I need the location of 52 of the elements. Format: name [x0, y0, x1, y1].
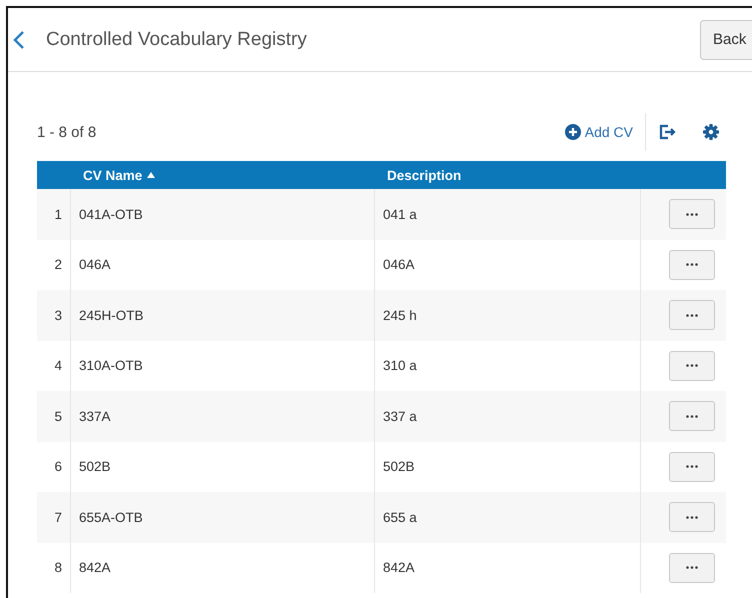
- table-cell: 655A-OTB: [79, 510, 143, 525]
- table-cell: 046A: [79, 257, 111, 272]
- row-actions-button[interactable]: [669, 350, 715, 381]
- column-header[interactable]: CV Name: [83, 168, 156, 182]
- row-number: 2: [54, 257, 62, 272]
- column-header[interactable]: Description: [387, 168, 462, 182]
- row-number: 5: [54, 408, 62, 424]
- settings-icon: [703, 124, 719, 140]
- page-title: Controlled Vocabulary Registry: [46, 28, 308, 50]
- more-icon: [686, 566, 698, 570]
- more-icon: [686, 364, 698, 368]
- row-actions-button[interactable]: [669, 452, 715, 482]
- row-actions-button[interactable]: [669, 199, 715, 230]
- plus-circle-icon: [564, 124, 581, 140]
- record-count: 1 - 8 of 8: [37, 124, 96, 140]
- more-icon: [686, 314, 698, 317]
- row-actions-button[interactable]: [669, 552, 715, 583]
- row-number: 1: [54, 206, 62, 222]
- add-cv-button[interactable]: Add CV: [552, 124, 645, 140]
- back-button[interactable]: Back: [700, 20, 752, 60]
- export-icon: [659, 124, 677, 140]
- more-icon: [686, 465, 698, 468]
- more-icon: [686, 516, 698, 519]
- row-number: 7: [54, 510, 62, 525]
- row-actions-button[interactable]: [669, 250, 715, 280]
- table-cell: 046A: [383, 257, 415, 272]
- table-cell: 502B: [79, 459, 111, 474]
- more-icon: [686, 212, 698, 216]
- row-actions-button[interactable]: [669, 401, 715, 432]
- more-icon: [686, 263, 698, 266]
- settings-button[interactable]: [703, 124, 719, 140]
- table-cell: 502B: [383, 459, 415, 474]
- table-cell: 310 a: [383, 358, 417, 374]
- table-cell: 041A-OTB: [79, 206, 143, 222]
- table-cell: 245H-OTB: [79, 308, 144, 323]
- row-actions-button[interactable]: [669, 502, 715, 532]
- table-cell: 842A: [79, 560, 111, 576]
- row-actions-button[interactable]: [669, 300, 715, 330]
- table-cell: 655 a: [383, 510, 417, 525]
- more-icon: [686, 414, 698, 418]
- export-button[interactable]: [659, 124, 677, 140]
- table-cell: 337 a: [383, 408, 417, 424]
- sort-ascending-icon: [147, 172, 156, 178]
- table-cell: 337A: [79, 408, 111, 424]
- table-cell: 842A: [383, 560, 415, 576]
- row-number: 8: [54, 560, 62, 576]
- table-cell: 041 a: [383, 206, 417, 222]
- table-cell: 245 h: [383, 308, 417, 323]
- row-number: 4: [54, 358, 62, 374]
- table-cell: 310A-OTB: [79, 358, 143, 374]
- row-number: 3: [54, 308, 62, 323]
- row-number: 6: [54, 459, 62, 474]
